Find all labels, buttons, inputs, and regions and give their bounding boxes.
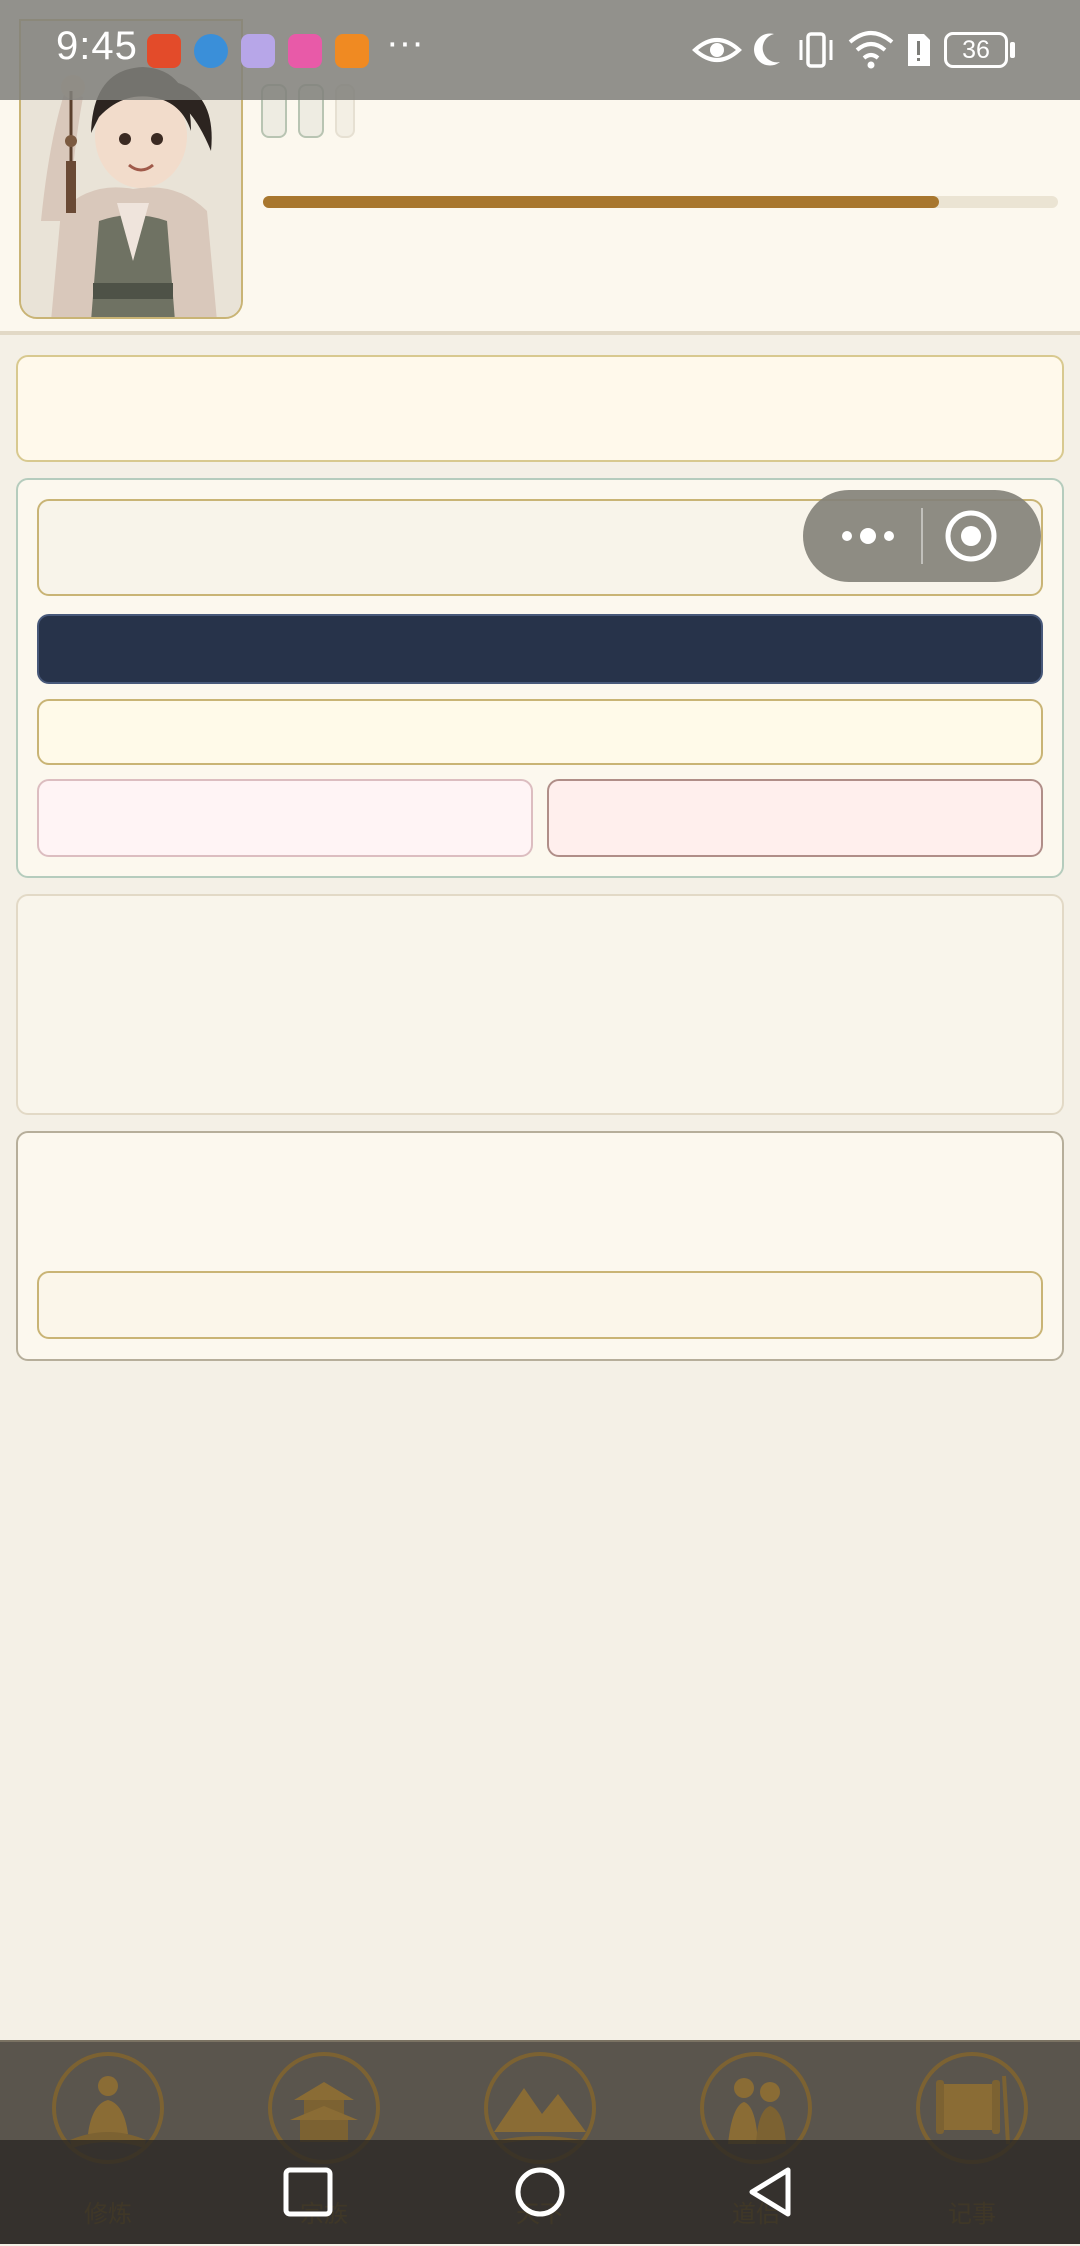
- more-notifications-icon: ···: [386, 22, 424, 64]
- moon-icon: [754, 33, 780, 66]
- right-option-button[interactable]: [547, 779, 1043, 857]
- primary-action-button[interactable]: [37, 614, 1043, 684]
- eye-icon: [692, 38, 742, 62]
- info-panel: [16, 355, 1064, 462]
- music-app-icon: [241, 34, 275, 68]
- target-icon[interactable]: [943, 508, 999, 564]
- content-panel: [16, 894, 1064, 1115]
- vibrate-icon: [799, 32, 833, 68]
- wifi-icon: [848, 31, 894, 69]
- secondary-action-button[interactable]: [37, 699, 1043, 765]
- browser-app-icon: [194, 34, 228, 68]
- alert-icon: [908, 34, 930, 66]
- log-action-button[interactable]: [37, 1271, 1043, 1339]
- gallery-app-icon: [288, 34, 322, 68]
- status-bar: 9:45 ··· 36: [0, 0, 1080, 100]
- capsule-divider: [921, 508, 923, 564]
- home-icon[interactable]: [512, 2164, 568, 2220]
- more-dots-icon[interactable]: [833, 510, 903, 562]
- cultivation-progress-fill: [263, 196, 939, 208]
- battery-icon: 36: [944, 32, 1008, 68]
- back-icon[interactable]: [742, 2164, 798, 2220]
- cultivation-progress-bar: [263, 196, 1058, 208]
- recent-apps-icon[interactable]: [280, 2164, 336, 2220]
- xiaohongshu-app-icon: [147, 34, 181, 68]
- left-option-button[interactable]: [37, 779, 533, 857]
- battery-nub: [1010, 42, 1015, 58]
- status-time: 9:45: [56, 24, 138, 68]
- system-navigation-bar: [0, 2140, 1080, 2244]
- mini-program-capsule: [803, 490, 1041, 582]
- video-app-icon: [335, 34, 369, 68]
